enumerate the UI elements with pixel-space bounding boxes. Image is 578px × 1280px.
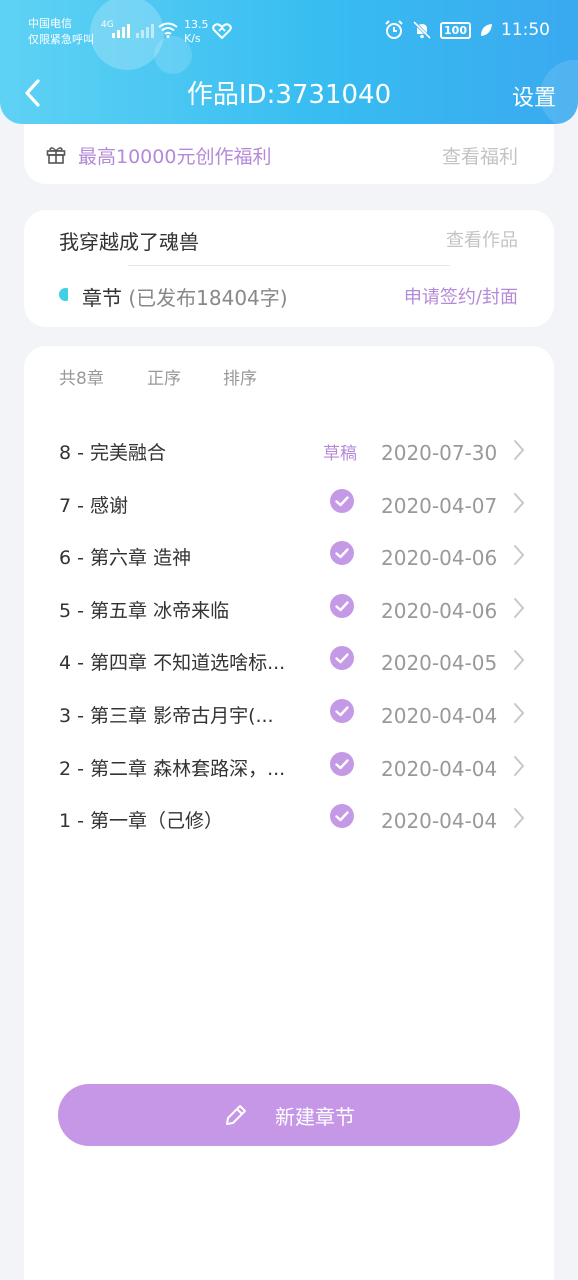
draft-badge: 草稿: [323, 444, 357, 464]
chapter-title: 2 - 第二章 森林套路深，...: [59, 757, 286, 780]
pencil-icon: [226, 1105, 246, 1125]
published-check-icon: [330, 541, 354, 566]
chapter-date: 2020-04-06: [381, 546, 498, 571]
apply-contract-link[interactable]: 申请签约/封面: [404, 283, 518, 309]
chevron-right-icon: [514, 440, 525, 460]
chapter-title: 8 - 完美融合: [59, 442, 167, 464]
new-chapter-label: 新建章节: [275, 1104, 355, 1129]
chapter-title: 4 - 第四章 不知道选啥标...: [59, 652, 286, 675]
chevron-right-icon: [514, 808, 525, 829]
chapter-summary: 章节 (已发布18404字): [82, 282, 288, 311]
chapter-list-card: 共8章 正序 排序 8 - 完美融合 草稿 2020-07-30 7 - 感谢 2020…: [24, 346, 554, 1280]
hotspot-icon: [212, 23, 232, 39]
chevron-right-icon: [514, 755, 525, 776]
chapter-date: 2020-04-04: [381, 704, 498, 728]
chapter-title: 1 - 第一章（己修）: [59, 810, 224, 833]
welfare-banner[interactable]: 最高10000元创作福利 查看福利: [24, 124, 554, 184]
chapter-label: 章节: [82, 286, 122, 310]
app-header: 中国电信 仅限紧急呼叫 4G 13.5 K/s 100 11:50 作品ID:3…: [0, 0, 578, 124]
emergency-only: 仅限紧急呼叫: [28, 33, 94, 46]
chapter-date: 2020-04-04: [381, 809, 498, 834]
view-welfare-link[interactable]: 查看福利: [442, 142, 518, 169]
settings-button[interactable]: 设置: [512, 80, 556, 112]
wifi-icon: [158, 22, 178, 38]
mute-icon: [412, 20, 432, 40]
work-info-card: 我穿越成了魂兽 查看作品 章节 (已发布18404字) 申请签约/封面: [24, 210, 554, 327]
status-right: 100 11:50: [384, 20, 550, 40]
chapter-row[interactable]: 6 - 第六章 造神 2020-04-06: [24, 529, 554, 581]
chapter-date: 2020-04-05: [381, 651, 498, 676]
chapter-date: 2020-07-30: [381, 441, 498, 465]
chevron-right-icon: [514, 492, 525, 513]
chevron-right-icon: [514, 545, 525, 566]
battery-icon: 100: [440, 21, 471, 39]
published-check-icon: [330, 593, 354, 618]
chapter-title: 3 - 第三章 影帝古月宇(...: [59, 705, 274, 727]
status-bar: 中国电信 仅限紧急呼叫 4G 13.5 K/s 100 11:50: [0, 0, 578, 62]
chevron-right-icon: [514, 597, 525, 618]
chapter-row[interactable]: 3 - 第三章 影帝古月宇(... 2020-04-04: [24, 687, 554, 739]
welfare-text: 最高10000元创作福利: [78, 146, 272, 168]
net-speed-value: 13.5: [184, 18, 209, 31]
sort-button[interactable]: 排序: [223, 364, 257, 389]
chevron-right-icon: [514, 650, 525, 671]
chapter-row[interactable]: 7 - 感谢 2020-04-07: [24, 477, 554, 529]
carrier-name: 中国电信: [28, 17, 72, 30]
leaf-icon: [481, 24, 492, 36]
signal-icon: [112, 22, 130, 38]
chapter-row[interactable]: 8 - 完美融合 草稿 2020-07-30: [24, 424, 554, 476]
new-chapter-button[interactable]: 新建章节: [58, 1084, 520, 1146]
published-word-count: (已发布18404字): [128, 286, 288, 310]
alarm-icon: [385, 20, 403, 39]
order-toggle[interactable]: 正序: [147, 364, 181, 389]
chapter-title: 6 - 第六章 造神: [59, 547, 192, 570]
chapter-row[interactable]: 4 - 第四章 不知道选啥标... 2020-04-05: [24, 634, 554, 686]
chapter-count: 共8章: [59, 369, 104, 389]
chapter-title: 5 - 第五章 冰帝来临: [59, 599, 230, 622]
chapter-marker-icon: [59, 288, 68, 301]
published-check-icon: [330, 751, 354, 776]
page-title: 作品ID:3731040: [186, 80, 392, 110]
published-check-icon: [330, 804, 354, 829]
chapter-row[interactable]: 1 - 第一章（己修） 2020-04-04: [24, 792, 554, 844]
net-speed: 13.5 K/s: [184, 18, 209, 46]
chapter-date: 2020-04-04: [381, 756, 498, 781]
work-name: 我穿越成了魂兽: [59, 230, 199, 254]
view-work-link[interactable]: 查看作品: [446, 226, 518, 252]
clock: 11:50: [501, 20, 550, 40]
chevron-right-icon: [514, 703, 525, 723]
chapter-date: 2020-04-06: [381, 598, 498, 623]
net-speed-unit: K/s: [184, 32, 201, 45]
no-signal-icon: [136, 22, 154, 38]
published-check-icon: [330, 699, 354, 723]
chapter-title: 7 - 感谢: [59, 494, 129, 517]
divider: [128, 265, 450, 266]
published-check-icon: [330, 488, 354, 513]
published-check-icon: [330, 646, 354, 671]
chapter-row[interactable]: 5 - 第五章 冰帝来临 2020-04-06: [24, 582, 554, 634]
gift-icon: [46, 147, 66, 164]
chapter-row[interactable]: 2 - 第二章 森林套路深，... 2020-04-04: [24, 740, 554, 792]
carrier-info: 中国电信 仅限紧急呼叫: [28, 16, 94, 48]
chapter-date: 2020-04-07: [381, 493, 498, 518]
